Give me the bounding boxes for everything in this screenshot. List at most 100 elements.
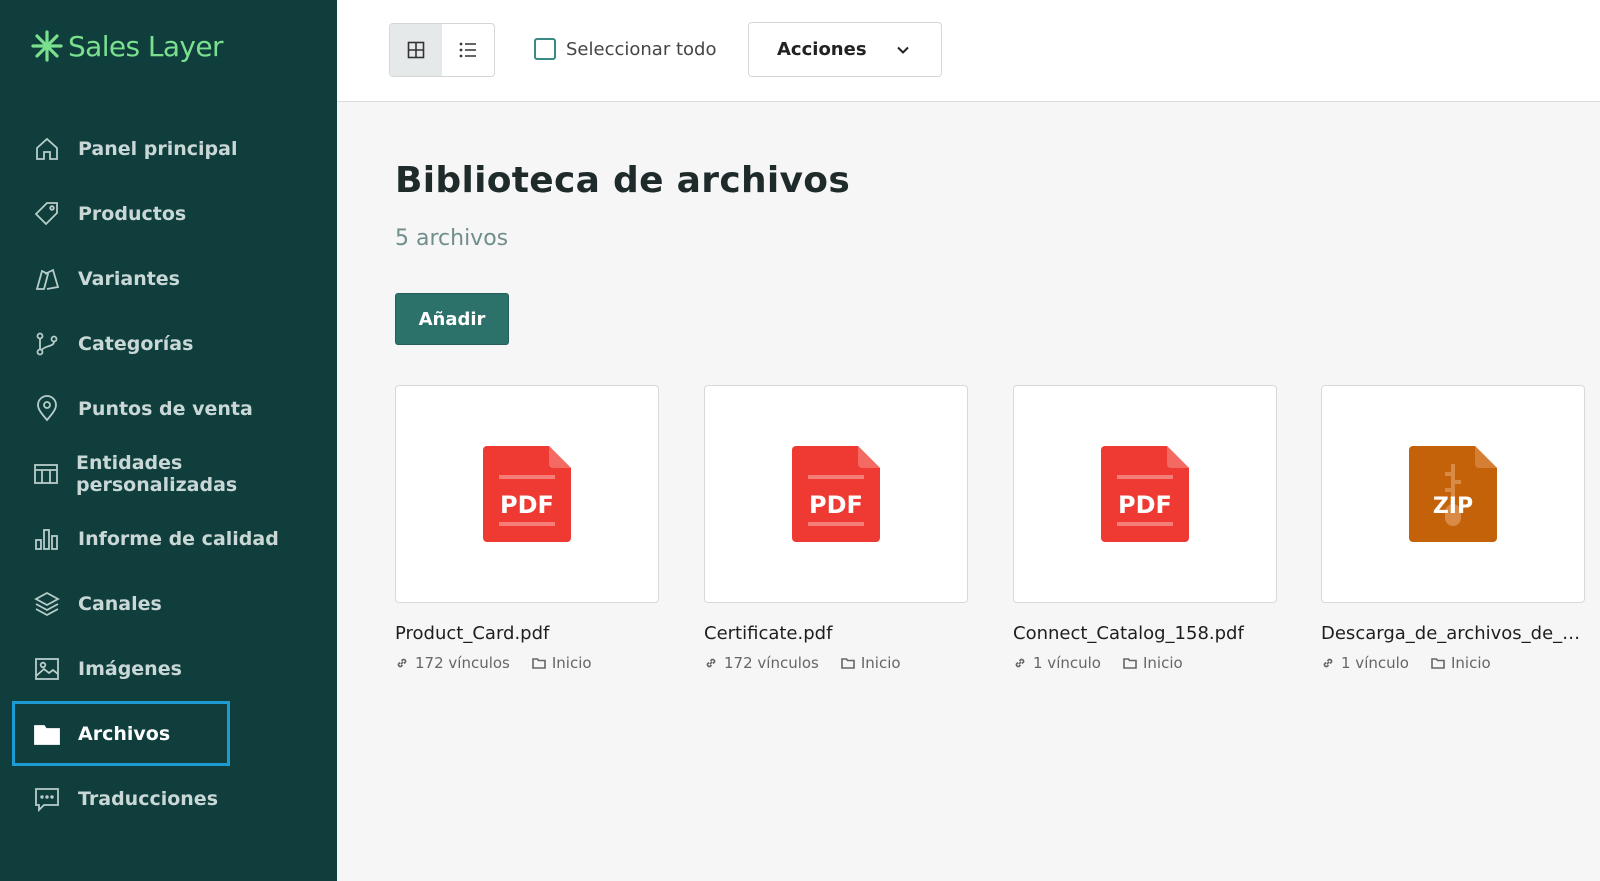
pdf-file-icon: PDF (483, 446, 571, 542)
actions-dropdown[interactable]: Acciones (748, 22, 942, 77)
branch-icon (32, 329, 62, 359)
brand-name: Sales Layer (68, 29, 224, 63)
select-all-checkbox[interactable] (534, 38, 556, 60)
grid-view-button[interactable] (390, 24, 442, 76)
file-folder-label: Inicio (860, 654, 901, 672)
file-links-label: 1 vínculo (1341, 654, 1409, 672)
file-links[interactable]: 1 vínculo (1013, 654, 1101, 672)
sidebar-item-label: Traducciones (78, 787, 219, 810)
sidebar-item-archivos[interactable]: Archivos (12, 701, 230, 766)
sidebar-item-entidades-personalizadas[interactable]: Entidades personalizadas (12, 441, 322, 506)
asterisk-logo-icon (31, 30, 63, 62)
pdf-file-icon: PDF (1101, 446, 1189, 542)
sidebar-item-panel-principal[interactable]: Panel principal (12, 116, 322, 181)
file-thumbnail[interactable]: PDF (395, 385, 659, 603)
folder-outline-icon (841, 658, 855, 669)
file-links[interactable]: 1 vínculo (1321, 654, 1409, 672)
view-toggle (389, 23, 495, 77)
chat-icon (32, 784, 62, 814)
sidebar-item-productos[interactable]: Productos (12, 181, 322, 246)
home-icon (32, 134, 62, 164)
file-name[interactable]: Product_Card.pdf (395, 623, 659, 644)
sidebar-item-imagenes[interactable]: Imágenes (12, 636, 322, 701)
file-links-label: 1 vínculo (1033, 654, 1101, 672)
file-folder[interactable]: Inicio (1431, 654, 1491, 672)
sidebar-item-label: Panel principal (78, 137, 238, 160)
link-icon (397, 658, 407, 668)
file-meta: 172 vínculos Inicio (704, 654, 968, 672)
toolbar: Seleccionar todo Acciones (337, 0, 1600, 102)
sidebar-item-label: Imágenes (78, 657, 182, 680)
link-icon (1015, 658, 1025, 668)
grid-icon (407, 41, 425, 59)
file-meta: 1 vínculo Inicio (1013, 654, 1277, 672)
select-all-label: Seleccionar todo (566, 38, 717, 60)
file-name[interactable]: Connect_Catalog_158.pdf (1013, 623, 1277, 644)
file-card[interactable]: ZIP Descarga_de_archivos_de_S... 1 víncu… (1321, 385, 1585, 672)
svg-text:PDF: PDF (500, 491, 554, 519)
sidebar-item-label: Informe de calidad (78, 527, 279, 550)
sidebar-nav: Panel principal Productos Variantes Cate… (12, 116, 322, 831)
file-links-label: 172 vínculos (724, 654, 819, 672)
pdf-file-icon: PDF (792, 446, 880, 542)
image-icon (32, 654, 62, 684)
folder-outline-icon (532, 658, 546, 669)
file-thumbnail[interactable]: PDF (704, 385, 968, 603)
sidebar-item-categorias[interactable]: Categorías (12, 311, 322, 376)
sidebar-item-informe-de-calidad[interactable]: Informe de calidad (12, 506, 322, 571)
file-card[interactable]: PDF Connect_Catalog_158.pdf 1 vínculo In… (1013, 385, 1277, 672)
sidebar-item-label: Categorías (78, 332, 194, 355)
variants-icon (32, 264, 62, 294)
list-icon (459, 42, 476, 58)
layers-icon (32, 589, 62, 619)
file-folder-label: Inicio (1142, 654, 1183, 672)
file-folder[interactable]: Inicio (841, 654, 901, 672)
sidebar-item-label: Canales (78, 592, 162, 615)
sidebar-item-label: Puntos de venta (78, 397, 253, 420)
file-folder[interactable]: Inicio (532, 654, 592, 672)
file-folder-label: Inicio (1450, 654, 1491, 672)
tag-icon (32, 199, 62, 229)
file-folder-label: Inicio (551, 654, 592, 672)
add-button[interactable]: Añadir (395, 293, 509, 345)
file-links[interactable]: 172 vínculos (395, 654, 510, 672)
sidebar-item-variantes[interactable]: Variantes (12, 246, 322, 311)
svg-text:ZIP: ZIP (1433, 494, 1473, 519)
file-meta: 1 vínculo Inicio (1321, 654, 1585, 672)
bar-chart-icon (32, 524, 62, 554)
file-links-label: 172 vínculos (415, 654, 510, 672)
sidebar-item-label: Variantes (78, 267, 180, 290)
link-icon (706, 658, 716, 668)
map-pin-icon (32, 394, 62, 424)
svg-text:PDF: PDF (809, 491, 863, 519)
zip-file-icon: ZIP (1409, 446, 1497, 542)
file-links[interactable]: 172 vínculos (704, 654, 819, 672)
file-folder[interactable]: Inicio (1123, 654, 1183, 672)
link-icon (1323, 658, 1333, 668)
svg-text:PDF: PDF (1118, 491, 1172, 519)
select-all[interactable]: Seleccionar todo (534, 38, 716, 60)
sidebar-item-label: Productos (78, 202, 187, 225)
file-name[interactable]: Certificate.pdf (704, 623, 968, 644)
file-meta: 172 vínculos Inicio (395, 654, 659, 672)
list-view-button[interactable] (442, 24, 494, 76)
chevron-down-icon (897, 46, 909, 54)
table-icon (32, 459, 60, 489)
sidebar-item-label: Archivos (78, 722, 171, 745)
actions-label: Acciones (777, 39, 867, 60)
file-thumbnail[interactable]: ZIP (1321, 385, 1585, 603)
sidebar-item-canales[interactable]: Canales (12, 571, 322, 636)
sidebar-item-puntos-de-venta[interactable]: Puntos de venta (12, 376, 322, 441)
sidebar: Sales Layer Panel principal Productos Va… (0, 0, 337, 881)
sales-layer-logo[interactable]: Sales Layer (30, 26, 224, 66)
folder-outline-icon (1123, 658, 1137, 669)
file-card[interactable]: PDF Product_Card.pdf 172 vínculos Inicio (395, 385, 659, 672)
page-title: Biblioteca de archivos (395, 160, 851, 201)
sidebar-item-label: Entidades personalizadas (76, 451, 238, 496)
file-thumbnail[interactable]: PDF (1013, 385, 1277, 603)
folder-outline-icon (1431, 658, 1445, 669)
sidebar-item-traducciones[interactable]: Traducciones (12, 766, 322, 831)
file-count: 5 archivos (395, 226, 509, 251)
file-name[interactable]: Descarga_de_archivos_de_S... (1321, 623, 1585, 644)
file-card[interactable]: PDF Certificate.pdf 172 vínculos Inicio (704, 385, 968, 672)
